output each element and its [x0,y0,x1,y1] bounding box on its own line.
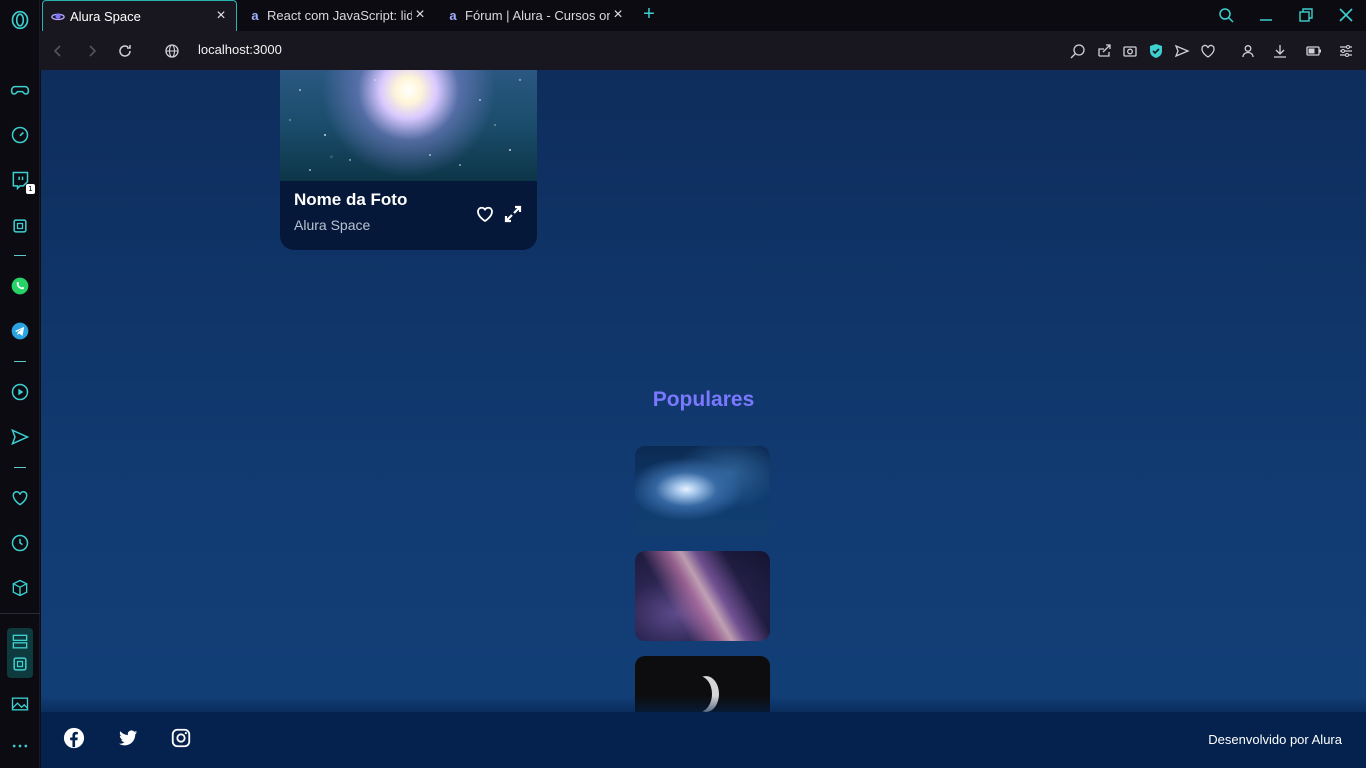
starfield [289,79,521,171]
favorite-heart-icon[interactable] [474,203,496,225]
tab-forum-alura[interactable]: a Fórum | Alura - Cursos onlin × [438,0,633,31]
minimize-button[interactable] [1256,5,1276,25]
easy-setup-icon[interactable] [1336,41,1356,61]
gamepad-icon[interactable] [8,78,32,102]
send-page-icon[interactable] [1172,41,1192,61]
sidebar-divider [14,467,26,468]
gallery-icon[interactable] [8,692,32,716]
history-icon[interactable] [8,531,32,555]
search-page-icon[interactable] [1068,41,1088,61]
downloads-icon[interactable] [1270,41,1290,61]
speedometer-icon[interactable] [8,123,32,147]
twitch-badge: 1 [26,184,35,194]
bookmark-heart-icon[interactable] [1198,41,1218,61]
opera-logo-icon[interactable] [8,8,32,32]
tab-bar: Alura Space × a React com JavaScript: li… [40,0,1366,31]
close-tab-icon[interactable]: × [413,7,427,23]
snapshot-icon[interactable] [1120,41,1140,61]
alura-space-favicon-icon [51,9,65,23]
close-tab-icon[interactable]: × [611,7,625,23]
tab-title: React com JavaScript: lidand [267,8,412,23]
forward-button[interactable] [82,41,102,61]
battery-saver-icon[interactable] [1304,41,1324,61]
page-viewport: Nome da Foto Alura Space Populares Desen… [41,70,1366,768]
cube-icon[interactable] [8,576,32,600]
tab-alura-space[interactable]: Alura Space × [42,0,237,31]
profile-icon[interactable] [1238,41,1258,61]
footer-fade [41,696,1366,712]
facebook-icon[interactable] [62,726,86,750]
sidebar-divider [0,613,40,614]
send-icon[interactable] [8,425,32,449]
close-window-button[interactable] [1336,5,1356,25]
site-info-icon[interactable] [162,41,182,61]
populares-heading: Populares [652,388,755,411]
alura-favicon-icon: a [449,8,457,23]
restore-button[interactable] [1296,5,1316,25]
popular-photo-milky-way[interactable] [635,551,770,641]
tab-title: Fórum | Alura - Cursos onlin [465,8,610,23]
popular-photo-nebula[interactable] [635,446,770,536]
tab-title: Alura Space [70,8,141,24]
sidebar-divider [14,255,26,256]
cpu-icon[interactable] [8,214,32,238]
adblock-shield-icon[interactable] [1146,41,1166,61]
address-bar: localhost:3000 [40,31,1366,70]
expand-icon[interactable] [502,203,524,225]
alura-favicon-icon: a [251,8,259,23]
new-tab-button[interactable]: + [640,4,658,24]
browser-sidebar: 1 [0,0,40,768]
card-title: Nome da Foto [294,190,408,209]
page-footer: Desenvolvido por Alura [41,712,1366,768]
url-field[interactable]: localhost:3000 [198,42,282,57]
tab-react-course[interactable]: a React com JavaScript: lidand × [240,0,435,31]
close-tab-icon[interactable]: × [214,8,228,24]
whatsapp-icon[interactable] [8,274,32,298]
footer-credit: Desenvolvido por Alura [1208,732,1342,747]
card-subtitle: Alura Space [294,217,371,233]
photo-card[interactable]: Nome da Foto Alura Space [280,70,537,250]
server-icon[interactable] [8,630,32,654]
back-button[interactable] [48,41,68,61]
twitter-icon[interactable] [116,726,140,750]
telegram-icon[interactable] [8,319,32,343]
instagram-icon[interactable] [169,726,193,750]
reload-button[interactable] [115,41,135,61]
more-icon[interactable] [8,734,32,758]
sidebar-divider [14,361,26,362]
player-icon[interactable] [8,380,32,404]
heart-icon[interactable] [8,486,32,510]
card-photo-galaxy[interactable] [280,70,537,181]
cpu-icon[interactable] [8,652,32,676]
search-tabs-icon[interactable] [1216,5,1236,25]
share-icon[interactable] [1094,41,1114,61]
